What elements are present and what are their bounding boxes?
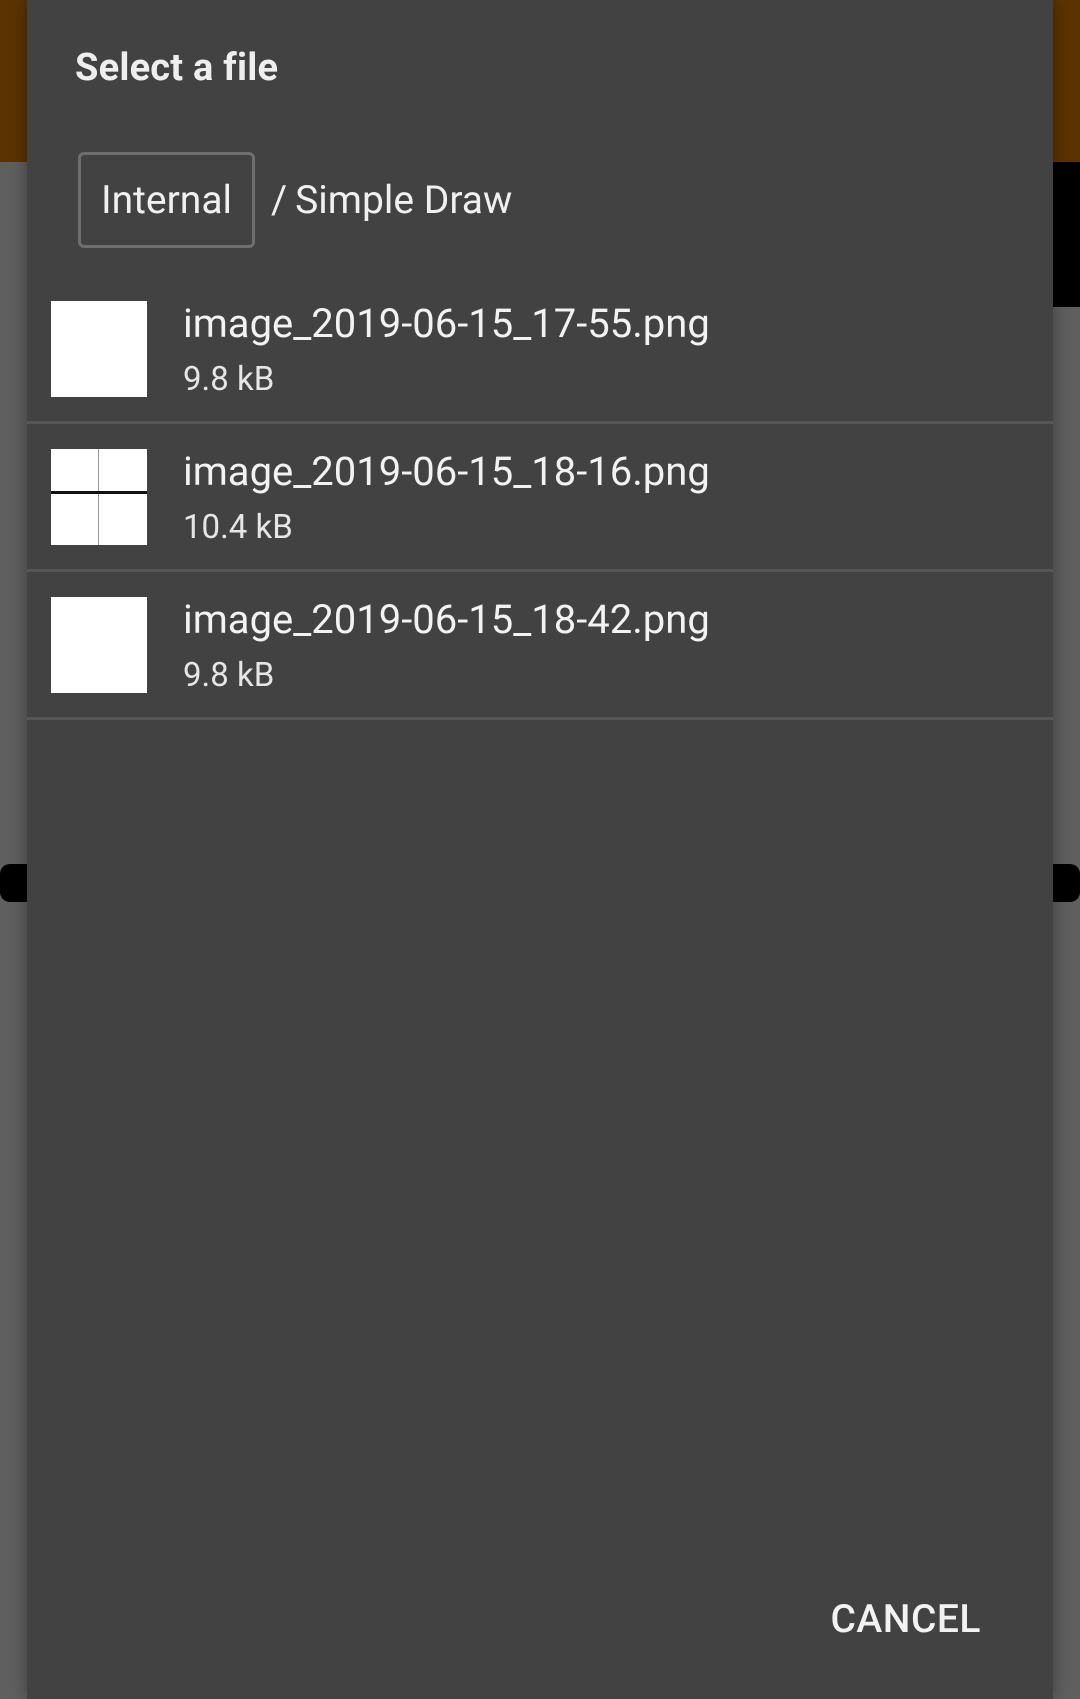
path-current-folder: Simple Draw: [295, 177, 513, 223]
thumbnail-horizontal-line: [51, 491, 147, 494]
file-name: image_2019-06-15_18-42.png: [183, 596, 710, 643]
path-breadcrumb: Internal / Simple Draw: [78, 152, 512, 248]
image-thumbnail: [51, 449, 147, 545]
file-size: 9.8 kB: [183, 360, 275, 399]
file-select-dialog: Select a file Internal / Simple Draw ima…: [27, 0, 1053, 1699]
file-item[interactable]: image_2019-06-15_18-16.png 10.4 kB: [27, 424, 1053, 572]
image-thumbnail: [51, 301, 147, 397]
file-size: 10.4 kB: [183, 508, 293, 547]
file-size: 9.8 kB: [183, 656, 275, 695]
file-name: image_2019-06-15_18-16.png: [183, 448, 710, 495]
thumbnail-vertical-line: [98, 449, 99, 545]
file-name: image_2019-06-15_17-55.png: [183, 300, 710, 347]
dialog-title: Select a file: [75, 46, 279, 90]
file-item[interactable]: image_2019-06-15_18-42.png 9.8 kB: [27, 572, 1053, 720]
image-thumbnail: [51, 597, 147, 693]
path-separator: /: [271, 177, 288, 223]
file-item[interactable]: image_2019-06-15_17-55.png 9.8 kB: [27, 276, 1053, 424]
path-root-button[interactable]: Internal: [78, 152, 256, 248]
file-list: image_2019-06-15_17-55.png 9.8 kB image_…: [27, 276, 1053, 720]
cancel-button[interactable]: CANCEL: [830, 1588, 981, 1650]
